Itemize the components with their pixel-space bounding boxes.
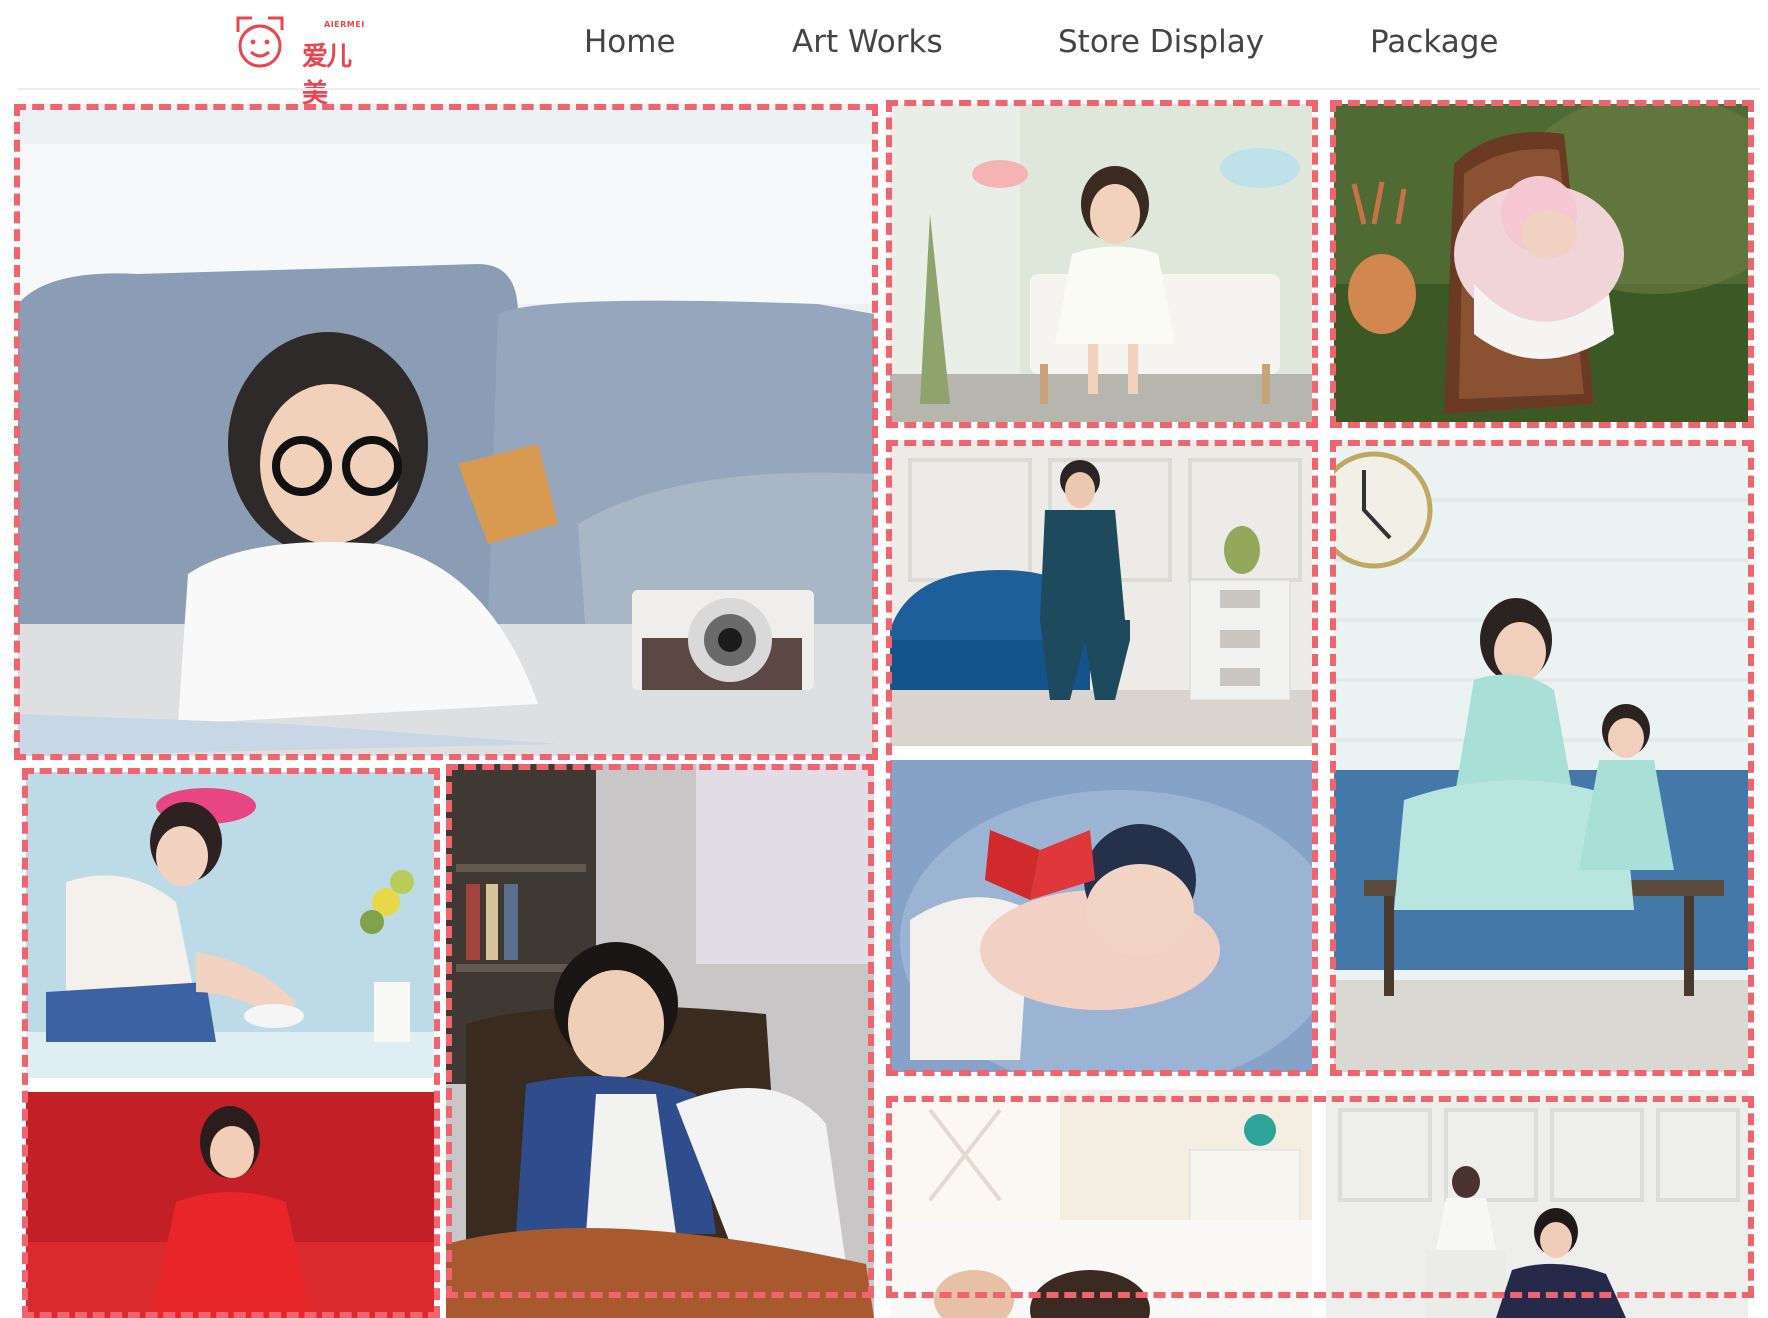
photo-woman-in-red[interactable]	[26, 1092, 434, 1318]
nav-store-display[interactable]: Store Display	[1058, 24, 1264, 60]
photo-girl-with-flowers[interactable]	[26, 772, 434, 1078]
logo[interactable]: AIERMEI 爱儿美	[232, 12, 372, 109]
nav-package[interactable]: Package	[1370, 24, 1499, 60]
logo-icon	[236, 16, 284, 68]
logo-latin-text: AIERMEI	[324, 20, 365, 29]
photo-girl-on-bench[interactable]	[890, 104, 1312, 422]
header-divider	[18, 88, 1760, 90]
photo-newborn-in-bucket[interactable]	[1334, 104, 1748, 422]
photo-mother-and-daughter[interactable]	[1334, 440, 1748, 1072]
photo-boy-in-suit[interactable]	[890, 440, 1312, 746]
photo-father-and-daughter[interactable]	[1326, 1090, 1748, 1318]
photo-boy-in-chair[interactable]	[446, 764, 874, 1318]
nav-home[interactable]: Home	[584, 24, 676, 60]
photo-mother-child-bedroom[interactable]	[890, 1090, 1312, 1318]
site-header: AIERMEI 爱儿美 Home Art Works Store Display…	[0, 0, 1768, 109]
photo-girl-with-glasses[interactable]	[18, 104, 874, 756]
photo-sleeping-baby[interactable]	[890, 760, 1312, 1072]
nav-art-works[interactable]: Art Works	[792, 24, 943, 60]
logo-cn-text: 爱儿美	[302, 42, 352, 109]
